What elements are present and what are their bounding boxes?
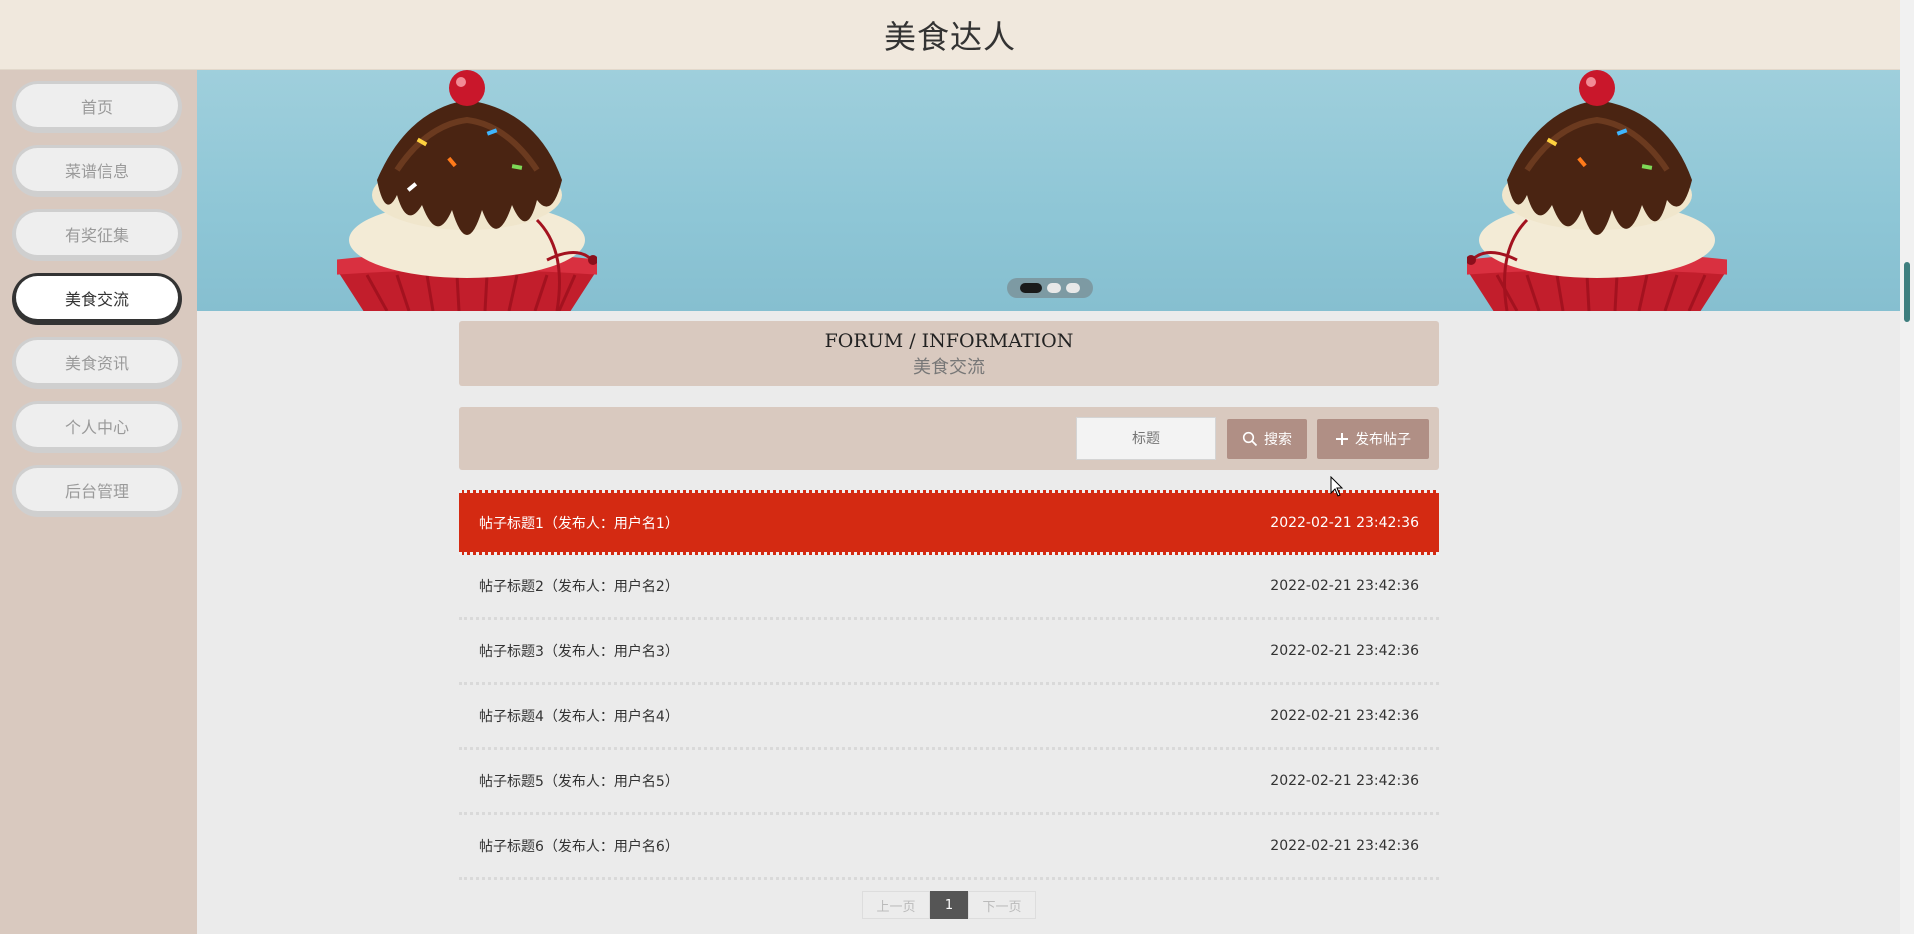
plus-icon [1336,433,1348,445]
nav-item-label: 有奖征集 [16,212,178,255]
post-title: 帖子标题3（发布人：用户名3） [479,644,679,660]
nav-item-profile[interactable]: 个人中心 [12,401,182,453]
search-icon [1242,431,1258,447]
post-time: 2022-02-21 23:42:36 [1270,838,1419,854]
site-header: 美食达人 [0,0,1900,70]
section-header: FORUM / INFORMATION 美食交流 [459,321,1439,386]
nav-item-news[interactable]: 美食资讯 [12,337,182,389]
cupcake-image-left [337,70,597,311]
nav-item-label: 后台管理 [16,468,178,511]
title-search-input[interactable] [1076,417,1216,460]
post-row[interactable]: 帖子标题4（发布人：用户名4） 2022-02-21 23:42:36 [459,685,1439,750]
post-title: 帖子标题1（发布人：用户名1） [479,515,679,532]
publish-post-label: 发布帖子 [1355,432,1411,448]
post-time: 2022-02-21 23:42:36 [1270,643,1419,659]
search-button-label: 搜索 [1264,432,1292,448]
nav-item-label: 美食资讯 [16,340,178,383]
post-title: 帖子标题6（发布人：用户名6） [479,839,679,855]
post-row[interactable]: 帖子标题1（发布人：用户名1） 2022-02-21 23:42:36 [459,490,1439,555]
post-title: 帖子标题2（发布人：用户名2） [479,579,679,595]
post-list: 帖子标题1（发布人：用户名1） 2022-02-21 23:42:36 帖子标题… [459,490,1439,880]
post-row[interactable]: 帖子标题2（发布人：用户名2） 2022-02-21 23:42:36 [459,555,1439,620]
nav-item-home[interactable]: 首页 [12,81,182,133]
section-title-en: FORUM / INFORMATION [824,330,1074,352]
post-time: 2022-02-21 23:42:36 [1270,514,1419,531]
search-button[interactable]: 搜索 [1227,419,1307,459]
publish-post-button[interactable]: 发布帖子 [1317,419,1429,459]
post-time: 2022-02-21 23:42:36 [1270,773,1419,789]
mouse-cursor-icon [1330,476,1344,497]
carousel-dot-3[interactable] [1066,283,1080,293]
scrollbar-thumb[interactable] [1904,262,1910,322]
post-title: 帖子标题4（发布人：用户名4） [479,709,679,725]
post-time: 2022-02-21 23:42:36 [1270,708,1419,724]
post-row[interactable]: 帖子标题5（发布人：用户名5） 2022-02-21 23:42:36 [459,750,1439,815]
carousel-dot-1[interactable] [1020,283,1042,293]
carousel-indicators [1007,278,1093,298]
page-scrollbar[interactable] [1900,0,1914,934]
nav-item-admin[interactable]: 后台管理 [12,465,182,517]
nav-item-forum[interactable]: 美食交流 [12,273,182,325]
site-title: 美食达人 [883,17,1016,56]
nav-item-label: 美食交流 [16,276,178,319]
nav-item-label: 首页 [16,84,178,127]
nav-item-label: 菜谱信息 [16,148,178,191]
prev-page-button[interactable]: 上一页 [862,891,930,919]
pagination: 上一页 1 下一页 [862,891,1036,919]
nav-item-label: 个人中心 [16,404,178,447]
section-title-cn: 美食交流 [913,357,985,378]
post-row[interactable]: 帖子标题6（发布人：用户名6） 2022-02-21 23:42:36 [459,815,1439,880]
cupcake-image-right [1467,70,1727,311]
post-row[interactable]: 帖子标题3（发布人：用户名3） 2022-02-21 23:42:36 [459,620,1439,685]
sidebar-nav: 首页 菜谱信息 有奖征集 美食交流 美食资讯 个人中心 后台管理 [0,70,197,934]
next-page-button[interactable]: 下一页 [968,891,1036,919]
search-toolbar: 搜索 发布帖子 [459,407,1439,470]
banner-carousel[interactable] [197,70,1900,311]
carousel-dot-2[interactable] [1047,283,1061,293]
current-page[interactable]: 1 [930,891,968,919]
nav-item-recipes[interactable]: 菜谱信息 [12,145,182,197]
nav-item-contest[interactable]: 有奖征集 [12,209,182,261]
post-title: 帖子标题5（发布人：用户名5） [479,774,679,790]
post-time: 2022-02-21 23:42:36 [1270,578,1419,594]
